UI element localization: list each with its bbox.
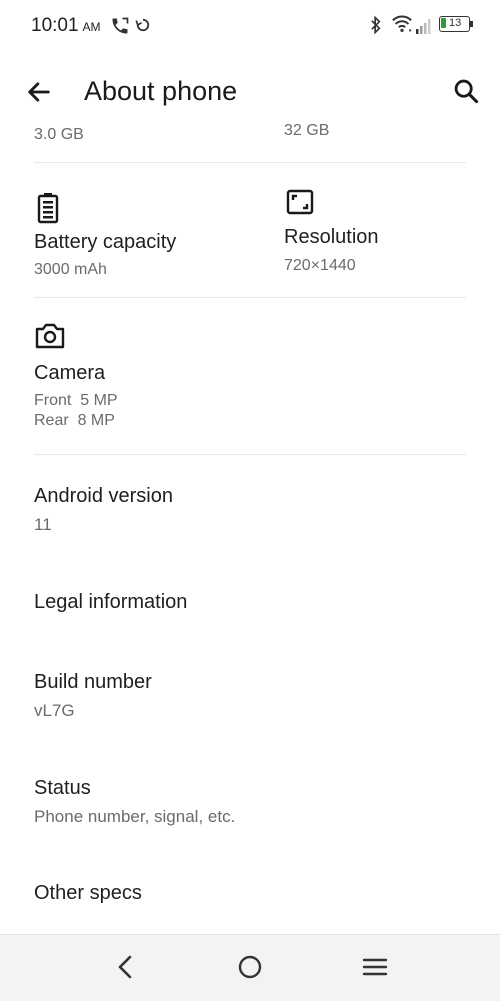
resolution-icon <box>286 189 314 215</box>
list-item-label: Android version <box>34 485 173 507</box>
divider <box>34 297 466 298</box>
nav-back-icon[interactable] <box>112 953 140 981</box>
signal-icon <box>416 19 431 34</box>
call-icon <box>112 17 129 34</box>
page-title: About phone <box>84 76 238 106</box>
list-item-label: Other specs <box>34 882 142 904</box>
resolution-label: Resolution <box>284 226 379 248</box>
list-item-legal-information[interactable]: Legal information <box>0 570 500 640</box>
battery-tip <box>470 21 473 27</box>
camera-item: Camera Front 5 MP Rear 8 MP <box>34 320 334 435</box>
battery-level: 13 <box>449 17 462 29</box>
search-icon[interactable] <box>452 77 480 105</box>
back-arrow-icon[interactable] <box>25 78 53 106</box>
resolution-item: Resolution 720×1440 <box>284 186 484 281</box>
rom-value: 32 GB <box>284 122 330 139</box>
list-item-android-version[interactable]: Android version 11 <box>0 470 500 550</box>
status-bar: 10:01 AM 13 <box>0 0 500 52</box>
list-item-value: vL7G <box>34 701 75 720</box>
status-time: 10:01 AM <box>31 15 101 36</box>
divider <box>34 454 466 455</box>
nav-menu-icon[interactable] <box>361 953 389 981</box>
list-item-label: Build number <box>34 671 152 693</box>
battery-status-icon: 13 <box>439 16 470 32</box>
camera-label: Camera <box>34 362 106 384</box>
status-ampm: AM <box>82 20 101 34</box>
bluetooth-icon <box>371 15 381 35</box>
list-item-other-specs[interactable]: Other specs <box>0 865 500 925</box>
resolution-value: 720×1440 <box>284 257 356 274</box>
ram-value: 3.0 GB <box>34 126 84 143</box>
list-item-value: Phone number, signal, etc. <box>34 807 236 826</box>
list-item-label: Legal information <box>34 591 188 613</box>
wifi-icon <box>392 15 412 32</box>
camera-rear: Rear 8 MP <box>34 412 115 429</box>
sync-icon <box>135 18 150 32</box>
battery-capacity-item: Battery capacity 3000 mAh <box>34 190 264 285</box>
nav-home-icon[interactable] <box>236 953 264 981</box>
camera-icon <box>35 323 65 349</box>
navigation-bar <box>0 934 500 1001</box>
battery-fill <box>441 18 446 28</box>
divider <box>34 162 466 163</box>
battery-capacity-value: 3000 mAh <box>34 261 107 278</box>
list-item-label: Status <box>34 777 91 799</box>
battery-capacity-label: Battery capacity <box>34 231 177 253</box>
list-item-build-number[interactable]: Build number vL7G <box>0 655 500 735</box>
camera-front: Front 5 MP <box>34 392 118 409</box>
list-item-value: 11 <box>34 515 52 534</box>
list-item-status[interactable]: Status Phone number, signal, etc. <box>0 760 500 840</box>
battery-icon <box>37 193 59 224</box>
